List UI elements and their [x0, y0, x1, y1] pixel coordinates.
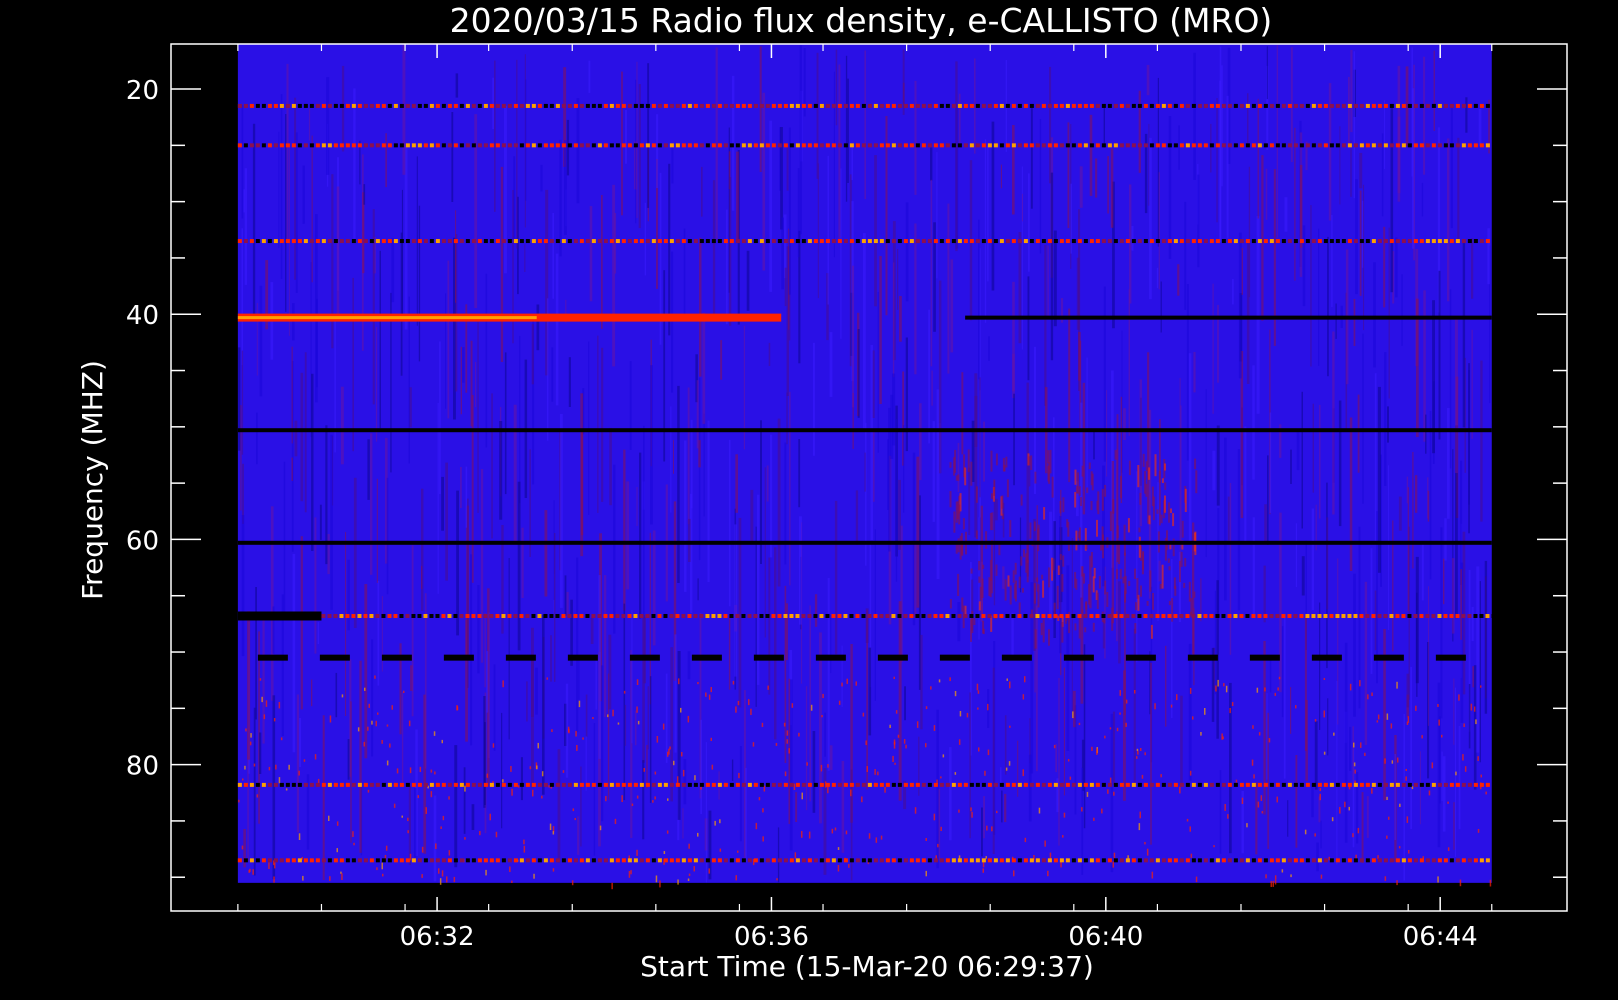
band-mixed — [237, 143, 1490, 148]
band-mixed — [237, 782, 1490, 787]
y-tick-label: 80 — [126, 752, 159, 782]
y-tick-label: 20 — [126, 76, 159, 106]
band-mixed — [237, 239, 1490, 244]
x-tick-label: 06:32 — [400, 922, 475, 952]
y-axis-label: Frequency (MHZ) — [76, 360, 109, 600]
band-mixed — [237, 103, 1490, 108]
band-mixed — [237, 858, 1490, 863]
x-tick-label: 06:40 — [1068, 922, 1143, 952]
band-hot-core — [237, 316, 537, 320]
y-tick-label: 60 — [126, 526, 159, 556]
chart-title: 2020/03/15 Radio flux density, e-CALLIST… — [450, 1, 1273, 40]
y-tick-label: 40 — [126, 301, 159, 331]
band-cold — [965, 315, 1492, 320]
band-cold — [237, 428, 1492, 433]
x-tick-label: 06:36 — [734, 922, 809, 952]
band-cold — [237, 540, 1492, 545]
x-axis-label: Start Time (15-Mar-20 06:29:37) — [640, 950, 1094, 983]
x-tick-label: 06:44 — [1403, 922, 1478, 952]
spectrogram-chart: 2020/03/15 Radio flux density, e-CALLIST… — [0, 0, 1618, 1000]
band-cold — [237, 611, 322, 621]
spectrogram-heatmap — [237, 44, 1496, 890]
